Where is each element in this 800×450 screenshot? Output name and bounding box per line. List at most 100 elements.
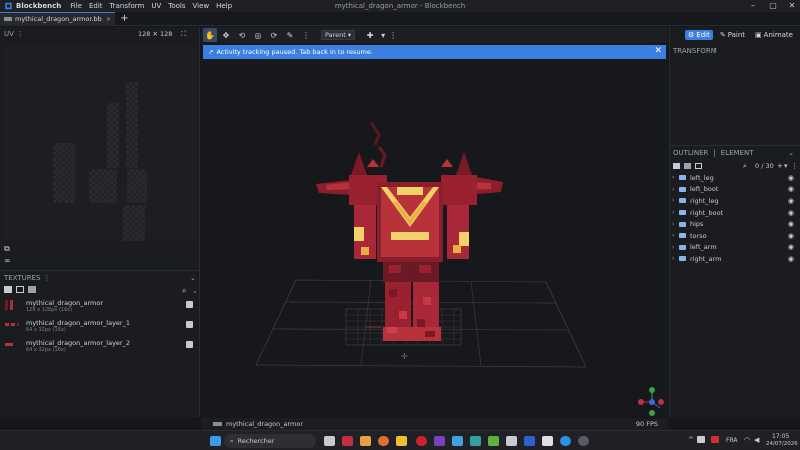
close-notice-icon[interactable]: ✕	[654, 46, 662, 56]
eye-icon[interactable]: ◉	[788, 232, 794, 240]
maximize-button[interactable]: ▢	[766, 0, 780, 12]
app-icon[interactable]	[506, 436, 517, 446]
move-select-tool-icon[interactable]: ✋	[203, 28, 217, 42]
collapse-icon[interactable]: ⌄	[190, 274, 196, 282]
rotate-tool-icon[interactable]: ⟲	[235, 28, 249, 42]
eye-icon[interactable]: ◉	[788, 220, 794, 228]
save-icon[interactable]	[186, 341, 193, 348]
add-cube-icon[interactable]	[673, 163, 680, 169]
new-tab-button[interactable]: +	[120, 13, 128, 24]
add-icon[interactable]: +	[777, 162, 783, 170]
clock-date[interactable]: 24/07/2026	[766, 441, 798, 447]
copy-icon[interactable]: ⧉	[4, 244, 10, 254]
chevron-down-icon[interactable]: ▾	[379, 28, 387, 42]
search-icon[interactable]: ⌕	[182, 286, 186, 296]
app-icon[interactable]	[560, 436, 571, 446]
add-group-icon[interactable]	[684, 163, 691, 169]
wifi-icon[interactable]: ◠	[744, 436, 750, 444]
folder-icon[interactable]	[28, 286, 36, 293]
menu-view[interactable]: View	[193, 2, 210, 10]
panel-menu-icon[interactable]: ⋮	[17, 30, 24, 38]
eye-icon[interactable]: ◉	[788, 255, 794, 263]
chevron-right-icon[interactable]: ›	[672, 244, 678, 251]
chevron-right-icon[interactable]: ›	[672, 232, 678, 239]
app-icon[interactable]	[470, 436, 481, 446]
taskbar-search[interactable]: ⌕ Rechercher	[224, 434, 316, 448]
app-icon[interactable]	[524, 436, 535, 446]
axis-gizmo[interactable]	[638, 387, 664, 416]
save-icon[interactable]	[186, 321, 193, 328]
menu-file[interactable]: File	[70, 2, 82, 10]
outliner-group[interactable]: › right_boot ◉	[669, 207, 800, 219]
texture-item[interactable]: mythical_dragon_armor 128 x 128px (16x)	[0, 297, 200, 317]
transform-gizmo-icon[interactable]: ✚	[363, 28, 377, 42]
3d-viewport[interactable]: ✛	[201, 27, 668, 417]
toolbar-menu-icon[interactable]: ⋮	[299, 28, 313, 42]
app-icon[interactable]	[488, 436, 499, 446]
link-icon[interactable]: ∞	[4, 256, 11, 265]
start-menu-icon[interactable]	[210, 436, 221, 446]
panel-menu-icon[interactable]: ⋮	[791, 162, 798, 170]
outliner-group[interactable]: › torso ◉	[669, 230, 800, 242]
close-tab-icon[interactable]: ×	[106, 15, 111, 23]
eye-icon[interactable]: ◉	[788, 243, 794, 251]
brush-tool-icon[interactable]: ✎	[283, 28, 297, 42]
blockbench-taskbar-icon[interactable]	[578, 436, 589, 446]
texture-item[interactable]: mythical_dragon_armor_layer_1 64 x 32px …	[0, 317, 200, 337]
outliner-tab[interactable]: OUTLINER	[673, 149, 708, 157]
create-texture-icon[interactable]	[16, 286, 24, 293]
app-icon[interactable]	[542, 436, 553, 446]
texture-item[interactable]: mythical_dragon_armor_layer_2 64 x 32px …	[0, 337, 200, 357]
transform-space-select[interactable]: Parent ▾	[321, 30, 356, 40]
mode-paint-tab[interactable]: ✎ Paint	[717, 30, 748, 40]
menu-tools[interactable]: Tools	[168, 2, 185, 10]
outliner-group[interactable]: › left_leg ◉	[669, 172, 800, 184]
close-window-button[interactable]: ✕	[785, 0, 799, 12]
menu-help[interactable]: Help	[216, 2, 232, 10]
tray-chevron-icon[interactable]: ^	[688, 436, 694, 444]
minimize-button[interactable]: –	[746, 0, 760, 12]
task-view-icon[interactable]	[324, 436, 335, 446]
pivot-tool-icon[interactable]: ◎	[251, 28, 265, 42]
move-tool-icon[interactable]: ✥	[219, 28, 233, 42]
save-icon[interactable]	[186, 301, 193, 308]
app-icon[interactable]	[342, 436, 353, 446]
dragon-armor-model[interactable]	[316, 121, 503, 341]
outliner-group[interactable]: › right_leg ◉	[669, 195, 800, 207]
tray-app-icon[interactable]	[697, 436, 705, 443]
eye-icon[interactable]: ◉	[788, 209, 794, 217]
chevron-right-icon[interactable]: ›	[672, 255, 678, 262]
clock-time[interactable]: 17:05	[772, 433, 789, 440]
language-indicator[interactable]: FRA	[726, 437, 737, 444]
chevron-right-icon[interactable]: ›	[672, 174, 678, 181]
panel-menu-icon[interactable]: ⋮	[711, 47, 718, 55]
outliner-group[interactable]: › left_arm ◉	[669, 242, 800, 254]
uv-editor-canvas[interactable]	[3, 45, 197, 241]
chevron-right-icon[interactable]: ›	[672, 186, 678, 193]
menu-transform[interactable]: Transform	[110, 2, 145, 10]
outliner-group[interactable]: › right_arm ◉	[669, 253, 800, 265]
app-icon[interactable]	[378, 436, 389, 446]
file-explorer-icon[interactable]	[396, 436, 407, 446]
uv-fullscreen-icon[interactable]: ⛶	[181, 30, 186, 39]
eye-icon[interactable]: ◉	[788, 185, 794, 193]
mode-animate-tab[interactable]: ▣ Animate	[752, 30, 796, 40]
app-icon[interactable]	[360, 436, 371, 446]
import-texture-icon[interactable]	[4, 286, 12, 293]
collapse-icon[interactable]: ⌄	[192, 287, 198, 295]
sort-icon[interactable]	[695, 163, 702, 169]
toolbar-menu-icon[interactable]: ⋮	[389, 28, 397, 42]
panel-menu-icon[interactable]: ⋮	[44, 274, 51, 282]
vertex-snap-icon[interactable]: ⟳	[267, 28, 281, 42]
chevron-right-icon[interactable]: ›	[672, 209, 678, 216]
collapse-icon[interactable]: ⌄	[788, 149, 794, 157]
search-icon[interactable]: ⌕	[743, 162, 747, 171]
chevron-right-icon[interactable]: ›	[672, 197, 678, 204]
app-icon[interactable]	[434, 436, 445, 446]
outliner-group[interactable]: › left_boot ◉	[669, 184, 800, 196]
eye-icon[interactable]: ◉	[788, 197, 794, 205]
chevron-right-icon[interactable]: ›	[672, 221, 678, 228]
file-tab[interactable]: mythical_dragon_armor.bb ×	[0, 11, 116, 26]
outliner-group[interactable]: › hips ◉	[669, 218, 800, 230]
element-tab[interactable]: ELEMENT	[721, 149, 754, 157]
